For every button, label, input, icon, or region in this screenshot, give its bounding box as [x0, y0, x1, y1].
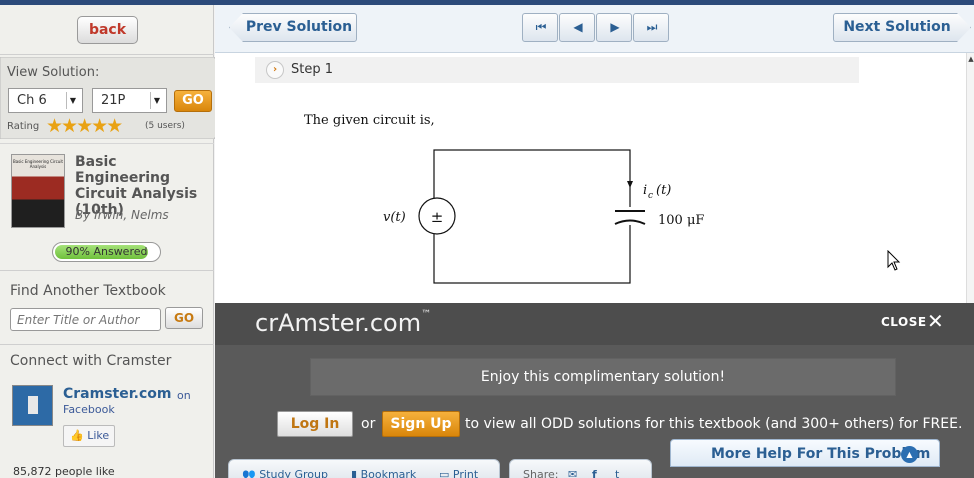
book-author: By Irwin, Nelms: [75, 208, 169, 222]
source-label: v(t): [383, 210, 406, 225]
complimentary-message: Enjoy this complimentary solution!: [310, 358, 896, 396]
scroll-up-icon[interactable]: ▲: [967, 55, 974, 63]
print-label: Print: [452, 468, 479, 478]
textbook-search-input[interactable]: [10, 308, 161, 331]
book-cover-image[interactable]: Basic Engineering Circuit Analysis: [11, 154, 65, 228]
solution-navigation: Prev Solution ⏮ ◀ ▶ ⏭ Next Solution: [215, 5, 974, 53]
rating-count: (5 users): [145, 121, 185, 131]
close-icon[interactable]: ✕: [927, 309, 944, 333]
chevron-down-icon: ▼: [150, 92, 163, 109]
rating-label: Rating: [7, 121, 40, 132]
log-in-button[interactable]: Log In: [277, 411, 353, 437]
cramster-logo-text: crAmster.com: [255, 309, 422, 337]
view-solution-title: View Solution:: [7, 65, 100, 80]
rating-stars[interactable]: ★★★★★: [46, 116, 123, 136]
problem-select[interactable]: 21P ▼: [92, 88, 167, 113]
source-symbol: ±: [431, 208, 444, 226]
more-help-label: More Help For This Problem: [711, 446, 931, 462]
on-text: on: [177, 389, 191, 402]
bookmark-icon: ▮: [351, 468, 358, 478]
find-textbook-title: Find Another Textbook: [10, 283, 166, 299]
first-page-icon[interactable]: ⏮: [522, 13, 558, 42]
last-page-icon[interactable]: ⏭: [633, 13, 669, 42]
twitter-icon[interactable]: t: [615, 468, 619, 478]
email-icon[interactable]: ✉: [568, 468, 577, 478]
prev-solution-button[interactable]: Prev Solution: [229, 13, 357, 42]
sign-up-button[interactable]: Sign Up: [382, 411, 460, 437]
view-solution-go-button[interactable]: GO: [174, 90, 212, 112]
print-link[interactable]: ▭ Print: [439, 468, 478, 478]
trademark-mark: ™: [421, 309, 432, 320]
cramster-page-thumbnail[interactable]: [12, 385, 53, 426]
current-subscript: c: [648, 191, 653, 201]
people-like-count: 85,872 people like: [13, 465, 115, 478]
printer-icon: ▭: [439, 468, 450, 478]
current-label: i: [643, 183, 647, 198]
find-textbook-go-button[interactable]: GO: [165, 307, 203, 329]
or-text: or: [361, 416, 376, 432]
share-label: Share:: [523, 468, 559, 478]
answered-progress: 90% Answered: [52, 242, 161, 262]
mouse-cursor-icon: [887, 250, 901, 271]
bookmark-link[interactable]: ▮ Bookmark: [351, 468, 416, 478]
chapter-select[interactable]: Ch 6 ▼: [8, 88, 83, 113]
book-cover-text: Basic Engineering Circuit Analysis: [12, 159, 63, 169]
bookmark-label: Bookmark: [360, 468, 417, 478]
facebook-link[interactable]: Facebook: [63, 403, 115, 416]
people-icon: 👥: [242, 468, 256, 478]
view-solution-panel: View Solution: Ch 6 ▼ 21P ▼ GO Rating ★★…: [0, 57, 244, 139]
step-header[interactable]: › Step 1: [255, 57, 859, 83]
problem-select-value: 21P: [101, 93, 126, 108]
capacitor-label: 100 μF: [658, 213, 704, 228]
sidebar: back View Solution: Ch 6 ▼ 21P ▼ GO Rati…: [0, 5, 244, 478]
close-overlay-label[interactable]: CLOSE: [881, 315, 927, 329]
circuit-wire: [433, 149, 631, 284]
study-group-link[interactable]: 👥 Study Group: [242, 468, 328, 478]
more-help-tab[interactable]: More Help For This Problem ▲: [670, 439, 940, 467]
current-argument: (t): [656, 183, 671, 198]
next-page-icon[interactable]: ▶: [596, 13, 632, 42]
facebook-like-button[interactable]: 👍 Like: [63, 425, 115, 447]
next-solution-button[interactable]: Next Solution: [833, 13, 971, 42]
share-toolbar: Share: ✉ f t: [509, 459, 652, 478]
connect-with-cramster: Connect with Cramster Cramster.com on Fa…: [0, 345, 214, 478]
step-label: Step 1: [291, 62, 334, 77]
circuit-diagram: ± v(t) i c (t) 100 μF: [383, 149, 704, 284]
current-arrow: [627, 181, 633, 188]
capacitor-gap: [621, 207, 639, 225]
previous-page-icon[interactable]: ◀: [559, 13, 595, 42]
actions-toolbar: 👥 Study Group ▮ Bookmark ▭ Print: [228, 459, 500, 478]
find-textbook: Find Another Textbook GO: [0, 271, 214, 345]
chapter-select-value: Ch 6: [17, 93, 47, 108]
chevron-down-icon: ▼: [66, 92, 79, 109]
overlay-header: crAmster.com™ CLOSE ✕: [215, 303, 974, 345]
facebook-icon[interactable]: f: [592, 468, 597, 478]
chevron-up-icon: ▲: [901, 446, 918, 463]
promo-text: to view all ODD solutions for this textb…: [465, 416, 963, 432]
chevron-right-icon: ›: [266, 61, 284, 79]
cramster-page-link[interactable]: Cramster.com: [63, 386, 171, 402]
book-info: Basic Engineering Circuit Analysis Basic…: [0, 143, 214, 271]
like-label: Like: [87, 429, 110, 442]
back-area: back: [0, 5, 214, 55]
cramster-logo: crAmster.com™: [255, 309, 431, 337]
study-group-label: Study Group: [259, 468, 328, 478]
given-text: The given circuit is,: [304, 113, 435, 128]
back-button[interactable]: back: [77, 16, 138, 44]
answered-progress-text: 90% Answered: [65, 245, 148, 258]
connect-title: Connect with Cramster: [10, 353, 172, 369]
thumbs-up-icon: 👍: [70, 429, 84, 442]
